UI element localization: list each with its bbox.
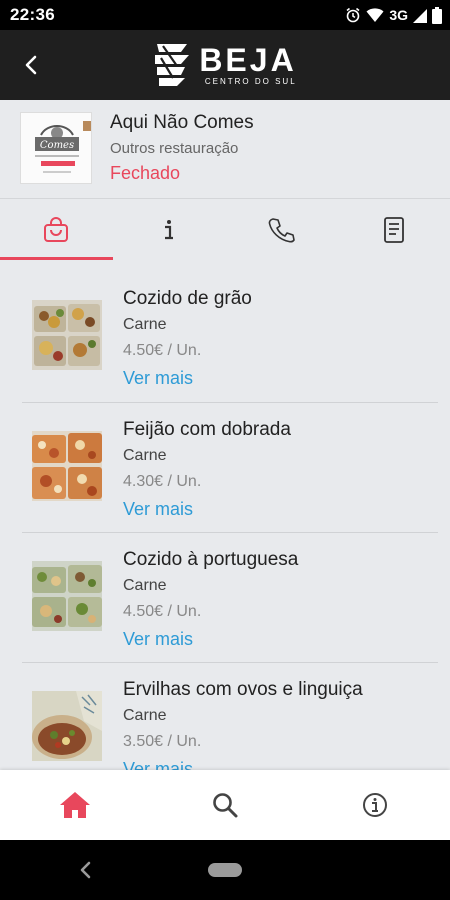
product-name: Feijão com dobrada (123, 419, 291, 440)
product-price: 3.50€ / Un. (123, 733, 202, 750)
nav-search[interactable] (195, 775, 255, 835)
beja-logo-mark (155, 44, 190, 86)
product-price: 4.50€ / Un. (123, 603, 202, 620)
see-more-link[interactable]: Ver mais (123, 629, 193, 650)
status-time: 22:36 (10, 5, 55, 24)
product-name: Cozido à portuguesa (123, 549, 299, 570)
status-bar: 22:36 3G (0, 0, 450, 30)
business-name: Aqui Não Comes (110, 112, 254, 133)
svg-text:Comes: Comes (40, 140, 74, 151)
status-icons: 3G (345, 6, 442, 24)
product-category: Carne (123, 577, 167, 594)
list-item[interactable]: Feijão com dobrada Carne 4.30€ / Un. Ver… (22, 402, 438, 532)
business-details: Aqui Não Comes Outros restauração Fechad… (110, 112, 254, 184)
alarm-icon (345, 7, 361, 23)
see-more-link[interactable]: Ver mais (123, 499, 193, 520)
business-tabs (0, 198, 450, 260)
product-name: Ervilhas com ovos e linguiça (123, 679, 363, 700)
product-details: Ervilhas com ovos e linguiça Carne 3.50€… (123, 679, 363, 770)
list-item[interactable]: Cozido de grão Carne 4.50€ / Un. Ver mai… (22, 272, 438, 402)
list-item[interactable]: Ervilhas com ovos e linguiça Carne 3.50€… (22, 662, 438, 770)
product-photo (32, 300, 102, 370)
document-icon (383, 216, 404, 243)
home-icon (60, 792, 90, 818)
product-photo (32, 561, 102, 631)
business-info: Comes Aqui Não Comes Outros restauração … (0, 100, 450, 196)
app-header: BEJA CENTRO DO SUL (0, 30, 450, 100)
beja-logo: BEJA CENTRO DO SUL (153, 42, 296, 88)
see-more-link[interactable]: Ver mais (123, 759, 193, 770)
product-price: 4.30€ / Un. (123, 473, 202, 490)
info-circle-icon (363, 793, 387, 817)
bottom-navigation (0, 770, 450, 840)
tab-info[interactable] (113, 199, 226, 260)
logo-wordmark: BEJA CENTRO DO SUL (199, 44, 296, 86)
business-category: Outros restauração (110, 140, 239, 157)
shopping-bag-icon (44, 216, 69, 242)
product-list: Cozido de grão Carne 4.50€ / Un. Ver mai… (0, 272, 450, 770)
tab-products[interactable] (0, 199, 113, 260)
product-photo (32, 691, 102, 761)
system-home-pill[interactable] (208, 863, 242, 877)
nav-home[interactable] (45, 775, 105, 835)
network-type: 3G (389, 7, 408, 23)
cell-signal-icon (413, 7, 427, 23)
list-item[interactable]: Cozido à portuguesa Carne 4.50€ / Un. Ve… (22, 532, 438, 662)
back-button[interactable] (18, 52, 44, 78)
logo-subtitle: CENTRO DO SUL (204, 77, 297, 86)
product-details: Cozido à portuguesa Carne 4.50€ / Un. Ve… (123, 549, 298, 662)
product-details: Feijão com dobrada Carne 4.30€ / Un. Ver… (123, 419, 291, 532)
see-more-link[interactable]: Ver mais (123, 368, 193, 389)
business-status: Fechado (110, 163, 181, 183)
product-category: Carne (123, 447, 167, 464)
logo-title: BEJA (199, 42, 297, 78)
chevron-left-icon (25, 55, 37, 75)
battery-icon (432, 6, 442, 24)
product-price: 4.50€ / Un. (123, 342, 202, 359)
product-photo (32, 431, 102, 501)
search-icon (213, 793, 238, 818)
nav-info[interactable] (345, 775, 405, 835)
tab-documents[interactable] (338, 199, 450, 260)
system-back-icon[interactable] (78, 860, 92, 880)
system-navigation-bar (0, 840, 450, 900)
phone-icon (268, 217, 296, 242)
product-details: Cozido de grão Carne 4.50€ / Un. Ver mai… (123, 288, 252, 402)
info-icon (164, 219, 173, 239)
wifi-icon (366, 7, 384, 23)
business-logo-thumbnail: Comes (20, 112, 92, 184)
tab-contact[interactable] (225, 199, 338, 260)
product-category: Carne (123, 316, 167, 333)
product-category: Carne (123, 707, 167, 724)
product-name: Cozido de grão (123, 288, 252, 309)
